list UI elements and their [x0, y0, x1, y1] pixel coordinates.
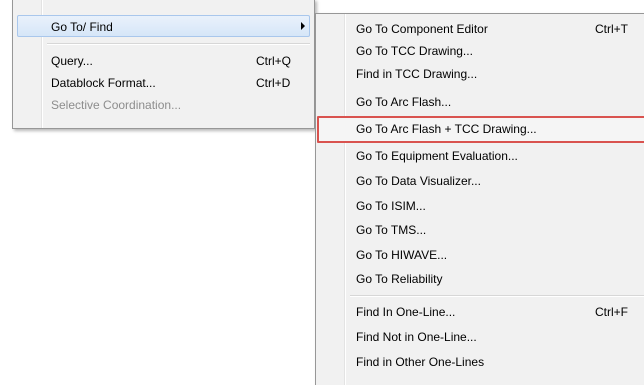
menu-separator — [47, 43, 310, 45]
menu-item-label: Find Not in One-Line... — [356, 330, 477, 344]
menu-item-go-to-arc-flash[interactable]: Go To Arc Flash... — [319, 91, 644, 113]
menu-item-label: Selective Coordination... — [51, 98, 182, 112]
menu-item-shortcut: Ctrl+F — [595, 305, 628, 319]
menu-item-label: Go To ISIM... — [356, 199, 426, 213]
menu-item-label: Go To Equipment Evaluation... — [356, 149, 518, 163]
menu-item-label: Go To TCC Drawing... — [356, 44, 473, 58]
menu-item-label: Go To HIWAVE... — [356, 248, 448, 262]
menu-item-query[interactable]: Query... Ctrl+Q — [17, 50, 310, 72]
menu-item-label: Go To/ Find — [51, 20, 113, 34]
menu-item-go-to-tcc-drawing[interactable]: Go To TCC Drawing... — [319, 40, 644, 62]
menu-item-label: Find in Other One-Lines — [356, 355, 485, 369]
menu-item-label: Find In One-Line... — [356, 305, 456, 319]
submenu-arrow-icon — [301, 22, 305, 30]
menu-item-label: Go To TMS... — [356, 223, 427, 237]
menu-item-datablock-format[interactable]: Datablock Format... Ctrl+D — [17, 72, 310, 94]
menu-item-find-in-tcc-drawing[interactable]: Find in TCC Drawing... — [319, 63, 644, 85]
menu-item-find-in-other-one-lines[interactable]: Find in Other One-Lines — [319, 351, 644, 373]
menu-item-go-to-equipment-evaluation[interactable]: Go To Equipment Evaluation... — [319, 145, 644, 167]
menu-item-go-to-tms[interactable]: Go To TMS... — [319, 219, 644, 241]
menu-item-shortcut: Ctrl+D — [256, 76, 291, 90]
menu-item-find-not-in-one-line[interactable]: Find Not in One-Line... — [319, 326, 644, 348]
menu-item-go-to-isim[interactable]: Go To ISIM... — [319, 195, 644, 217]
menu-item-label: Go To Arc Flash + TCC Drawing... — [356, 122, 537, 136]
menu-item-label: Go To Component Editor — [356, 22, 488, 36]
menu-item-label: Go To Reliability — [356, 272, 443, 286]
menu-item-selective-coordination[interactable]: Selective Coordination... — [17, 94, 310, 116]
menu-item-go-to-arc-flash-tcc-drawing[interactable]: Go To Arc Flash + TCC Drawing... — [317, 116, 644, 143]
menu-item-shortcut: Ctrl+Q — [256, 54, 292, 68]
goto-find-submenu: Go To Component Editor Ctrl+T Go To TCC … — [315, 13, 644, 385]
menu-item-find-in-one-line[interactable]: Find In One-Line... Ctrl+F — [319, 301, 644, 323]
menu-item-go-to-reliability[interactable]: Go To Reliability — [319, 268, 644, 290]
menu-item-label: Datablock Format... — [51, 76, 156, 90]
menu-item-go-to-component-editor[interactable]: Go To Component Editor Ctrl+T — [319, 18, 644, 40]
menu-item-shortcut: Ctrl+T — [595, 22, 628, 36]
menu-item-label: Go To Data Visualizer... — [356, 174, 481, 188]
menu-item-label: Query... — [51, 54, 93, 68]
context-menu: Go To/ Find Query... Ctrl+Q Datablock Fo… — [12, 0, 315, 129]
menu-item-go-to-hiwave[interactable]: Go To HIWAVE... — [319, 244, 644, 266]
menu-item-go-to-data-visualizer[interactable]: Go To Data Visualizer... — [319, 170, 644, 192]
menu-separator — [350, 295, 644, 297]
menu-item-label: Go To Arc Flash... — [356, 95, 452, 109]
menu-item-label: Find in TCC Drawing... — [356, 67, 478, 81]
menu-item-goto-find[interactable]: Go To/ Find — [17, 15, 310, 37]
